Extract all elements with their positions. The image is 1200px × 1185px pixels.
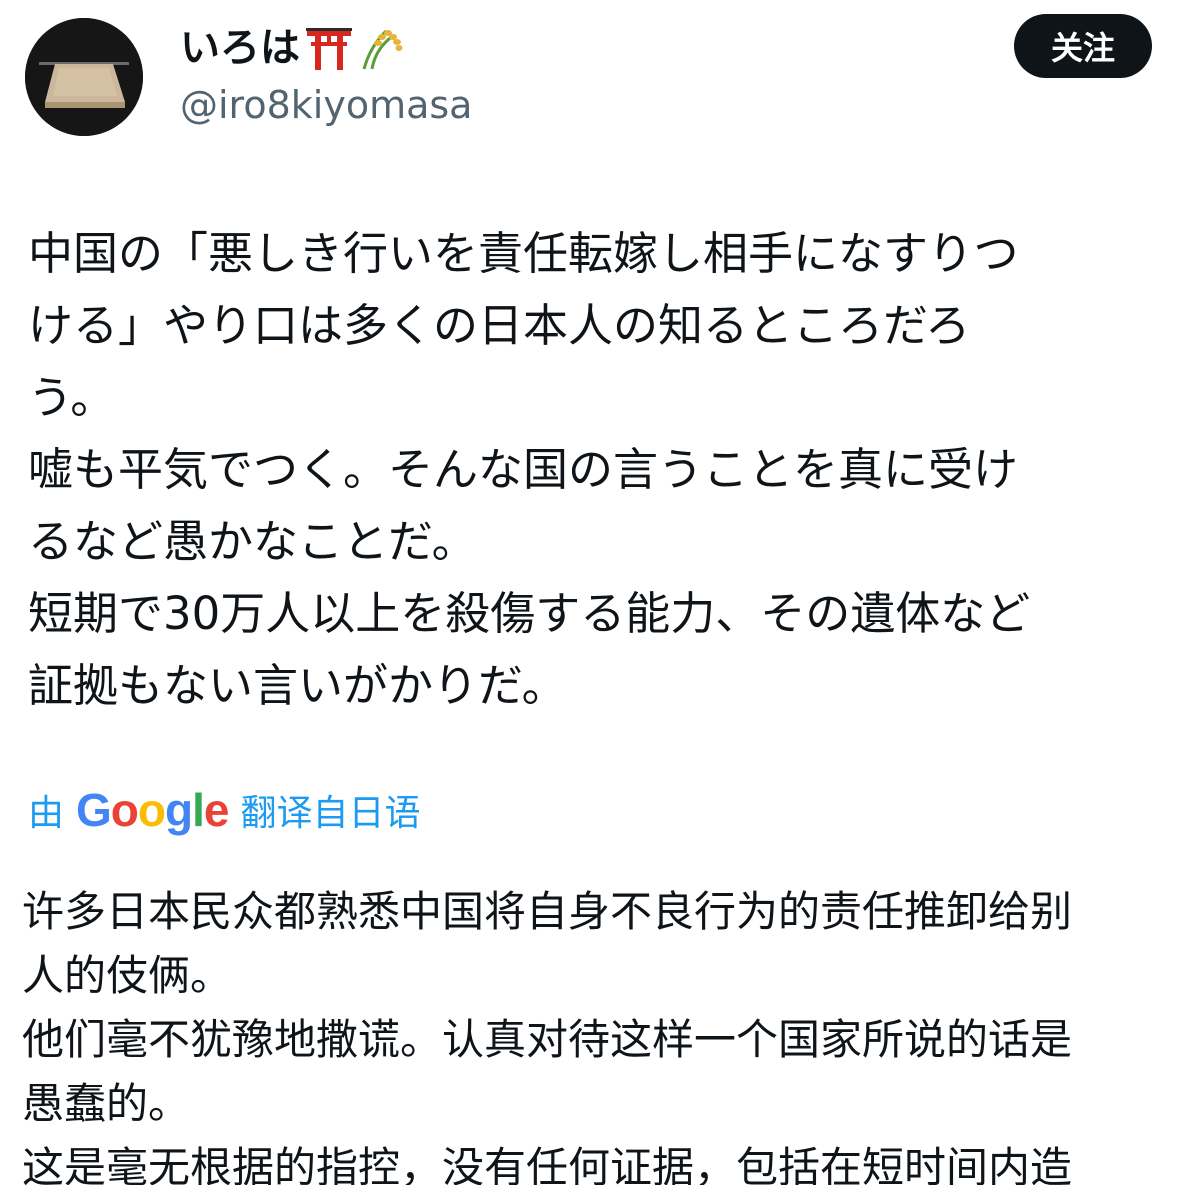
translated-line: 许多日本民众都熟悉中国将自身不良行为的责任推卸给别: [22, 887, 1073, 936]
display-name[interactable]: いろは: [180, 24, 404, 72]
torii-icon: [306, 26, 352, 70]
avatar-image: [25, 18, 143, 136]
avatar[interactable]: [25, 18, 143, 136]
tweet-line: るなど愚かなことだ。: [28, 515, 477, 568]
follow-button[interactable]: 关注: [1014, 14, 1152, 78]
rice-plant-icon: [358, 25, 404, 71]
tweet-line: ける」やり口は多くの日本人の知るところだろ: [28, 299, 971, 352]
tweet-line: 短期で30万人以上を殺傷する能力、その遺体など: [28, 587, 1031, 640]
user-handle[interactable]: @iro8kiyomasa: [180, 82, 472, 128]
tweet-line: 嘘も平気でつく。そんな国の言うことを真に受け: [28, 443, 1019, 496]
translated-by-label: 由: [28, 793, 65, 834]
translated-line: 愚蠢的。: [22, 1079, 191, 1128]
tweet-body: 中国の「悪しき行いを責任転嫁し相手になすりつ ける」やり口は多くの日本人の知ると…: [28, 218, 1178, 722]
display-name-text: いろは: [180, 25, 300, 71]
translated-from-label[interactable]: 翻译自日语: [241, 784, 421, 836]
translated-line: 他们毫不犹豫地撒谎。认真对待这样一个国家所说的话是: [22, 1015, 1073, 1064]
tweet-line: 中国の「悪しき行いを責任転嫁し相手になすりつ: [28, 227, 1019, 280]
tweet-line: う。: [28, 371, 116, 424]
tweet-line: 証拠もない言いがかりだ。: [28, 659, 567, 712]
translation-attribution[interactable]: 由 Google 翻译自日语: [28, 780, 421, 840]
google-logo: Google: [76, 784, 229, 836]
translated-body: 许多日本民众都熟悉中国将自身不良行为的责任推卸给别 人的伎俩。 他们毫不犹豫地撒…: [22, 880, 1182, 1185]
translated-line: 这是毫无根据的指控，没有任何证据，包括在短时间内造: [22, 1143, 1073, 1185]
translated-line: 人的伎俩。: [22, 951, 233, 1000]
